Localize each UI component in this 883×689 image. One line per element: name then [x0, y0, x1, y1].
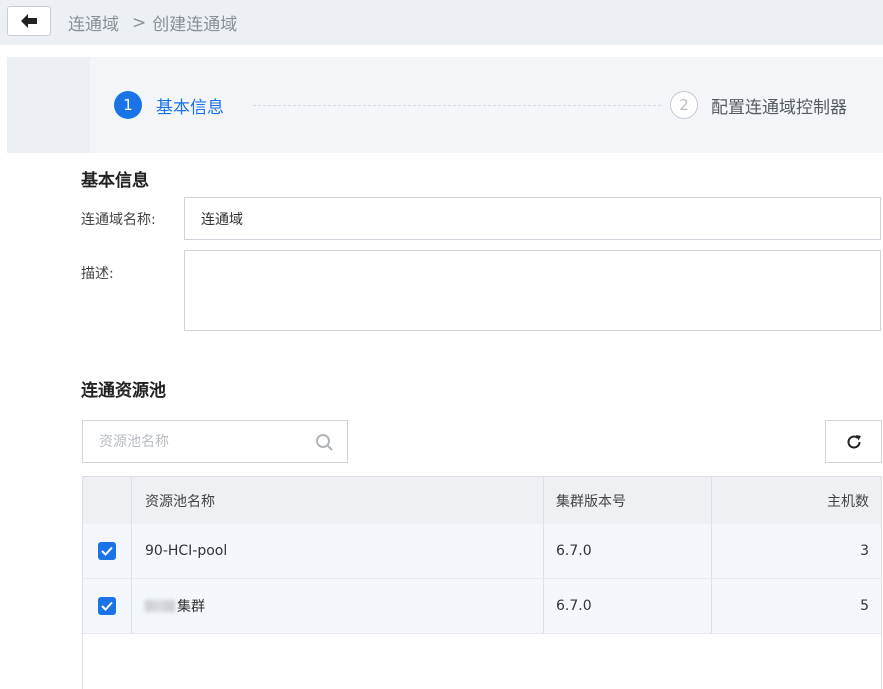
wizard-steps: 1 基本信息 2 配置连通域控制器: [7, 57, 883, 153]
breadcrumb-separator: >: [132, 12, 147, 33]
steps-left-panel: [7, 57, 90, 153]
breadcrumb-current: 创建连通域: [152, 15, 238, 35]
pool-search: [82, 420, 348, 463]
breadcrumb-root[interactable]: 连通域: [68, 10, 119, 35]
description-input[interactable]: [184, 250, 881, 331]
pool-name-cell: 集群: [132, 579, 544, 633]
header-host-count: 主机数: [827, 493, 869, 510]
row-checkbox[interactable]: [98, 597, 116, 615]
host-count-cell: 3: [860, 543, 869, 559]
domain-name-label: 连通域名称:: [81, 212, 156, 228]
basic-info-title: 基本信息: [81, 171, 149, 191]
breadcrumb: 连通域 > 创建连通域: [68, 10, 238, 36]
refresh-icon: [847, 434, 861, 449]
pool-section-title: 连通资源池: [81, 381, 166, 401]
table-header: 资源池名称 集群版本号 主机数: [83, 477, 881, 525]
search-icon[interactable]: [315, 433, 333, 451]
step-1-label: 基本信息: [156, 98, 224, 118]
header-cluster-version: 集群版本号: [544, 477, 712, 524]
step-2-number: 2: [670, 91, 698, 119]
table-row[interactable]: 集群 6.7.0 5: [83, 579, 881, 634]
check-icon: [101, 601, 113, 611]
row-check-cell: [83, 524, 132, 578]
row-check-cell: [83, 579, 132, 633]
domain-name-input[interactable]: [184, 197, 881, 240]
step-connector: [253, 105, 661, 106]
table-row[interactable]: 90-HCI-pool 6.7.0 3: [83, 524, 881, 579]
refresh-button[interactable]: [825, 420, 882, 463]
header-check-cell: [83, 477, 132, 524]
pool-name-text: 集群: [177, 599, 205, 615]
cluster-version-cell: 6.7.0: [544, 524, 712, 578]
check-icon: [101, 546, 113, 556]
arrow-left-icon: [21, 14, 37, 28]
back-button[interactable]: [7, 6, 51, 36]
redacted-text: [145, 600, 175, 612]
cluster-version-cell: 6.7.0: [544, 579, 712, 633]
pool-search-input[interactable]: [83, 421, 335, 462]
top-bar: 连通域 > 创建连通域: [0, 0, 883, 45]
description-label: 描述:: [81, 266, 114, 282]
step-2-label: 配置连通域控制器: [711, 98, 847, 118]
pool-table: 资源池名称 集群版本号 主机数 90-HCI-pool 6.7.0 3 集群 6…: [82, 476, 882, 689]
pool-name-cell: 90-HCI-pool: [132, 524, 544, 578]
row-checkbox[interactable]: [98, 542, 116, 560]
host-count-cell: 5: [860, 598, 869, 614]
header-pool-name: 资源池名称: [132, 477, 544, 524]
step-1-number: 1: [114, 91, 142, 119]
